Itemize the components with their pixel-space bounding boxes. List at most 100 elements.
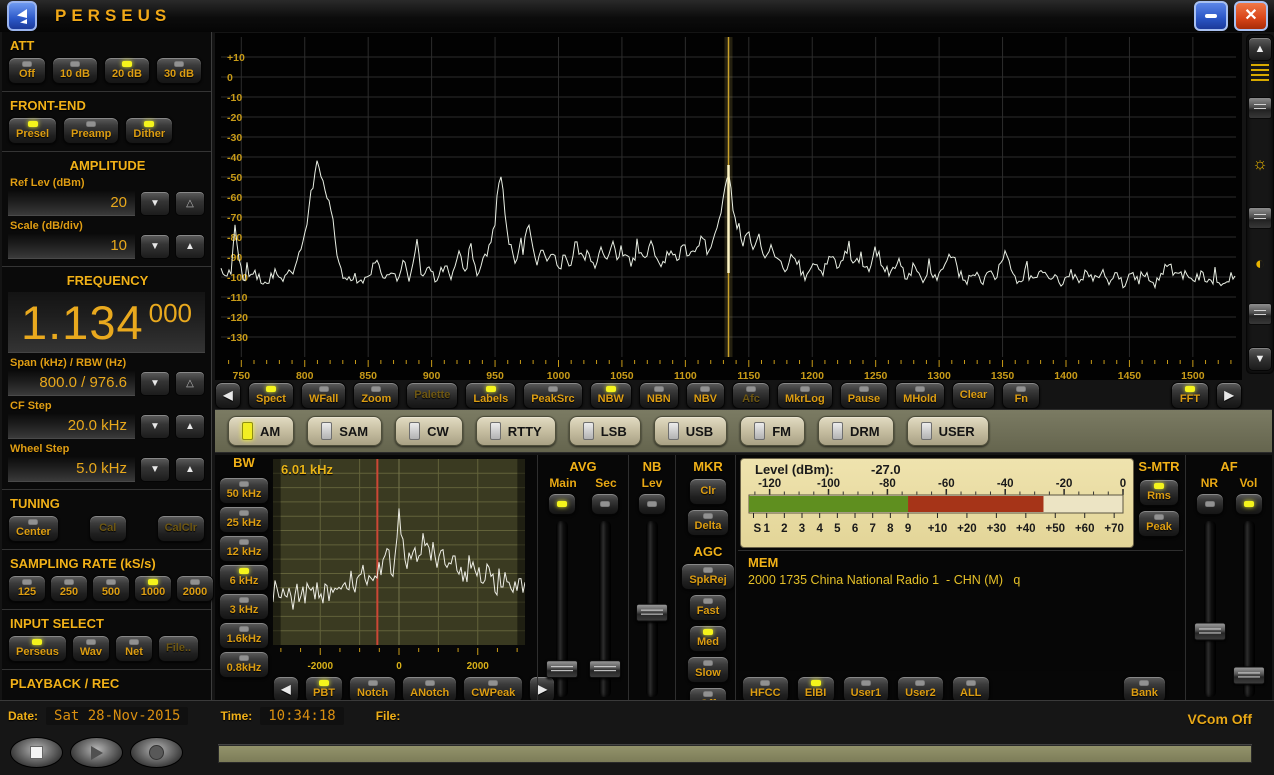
toolbar-spect-button[interactable]: Spect	[248, 382, 294, 409]
af-vol-button[interactable]	[1234, 493, 1263, 515]
agc-fast-button[interactable]: Fast	[688, 594, 728, 621]
ref-lev-down-button[interactable]: ▼	[140, 191, 170, 216]
span-value[interactable]: 800.0 / 976.6	[8, 371, 135, 396]
recording-progress-bar[interactable]	[218, 745, 1252, 763]
stop-button[interactable]	[10, 737, 63, 768]
toolbar-palette-button[interactable]: Palette	[406, 382, 459, 409]
spectrum-display[interactable]: +10 0 -10 -20 -30 -40 -50 -60 -70 -80 -90 -100 -110-…	[215, 33, 1242, 382]
minimize-button[interactable]	[1194, 1, 1228, 31]
record-button[interactable]	[130, 737, 183, 768]
ref-lev-value[interactable]: 20	[8, 191, 135, 216]
toolbar-scroll-right-button[interactable]: ▶	[1216, 382, 1242, 409]
toolbar-nbn-button[interactable]: NBN	[638, 382, 679, 409]
span-up-button[interactable]: △	[175, 371, 205, 396]
rate-250-button[interactable]: 250	[50, 575, 88, 602]
spectrum-lines-icon[interactable]	[1248, 63, 1272, 83]
mode-drm-button[interactable]: DRM	[817, 416, 894, 446]
tuning-center-button[interactable]: Center	[8, 515, 59, 542]
mode-rtty-button[interactable]: RTTY	[475, 416, 556, 446]
toolbar-mhold-button[interactable]: MHold	[895, 382, 945, 409]
avg-sec-button[interactable]	[590, 493, 619, 515]
scale-up-button[interactable]: ▲	[175, 234, 205, 259]
avg-main-button[interactable]	[547, 493, 576, 515]
toolbar-nbw-button[interactable]: NBW	[589, 382, 632, 409]
filter-pbt-button[interactable]: PBT	[305, 676, 343, 703]
nb-lev-button[interactable]	[638, 493, 666, 515]
slider-handle[interactable]	[1193, 622, 1226, 641]
wheel-step-up-button[interactable]: ▲	[175, 457, 205, 482]
agc-spkrej-button[interactable]: SpkRej	[681, 563, 735, 590]
mode-usb-button[interactable]: USB	[653, 416, 728, 446]
bw-50-khz-button[interactable]: 50 kHz	[219, 477, 269, 504]
tuning-cal-button[interactable]: Cal	[88, 515, 127, 542]
input-wav-button[interactable]: Wav	[71, 635, 111, 662]
tuning-calclr-button[interactable]: CalClr	[156, 515, 205, 542]
ref-lev-up-button[interactable]: △	[175, 191, 205, 216]
filter-plot[interactable]: -2000 0 2000	[272, 459, 526, 673]
mode-fm-button[interactable]: FM	[740, 416, 805, 446]
avg-sec-slider[interactable]	[588, 521, 621, 697]
app-logo-icon[interactable]	[7, 1, 37, 31]
filter-cwpeak-button[interactable]: CWPeak	[463, 676, 524, 703]
att-10-db-button[interactable]: 10 dB	[52, 57, 98, 84]
rate-500-button[interactable]: 500	[92, 575, 130, 602]
cf-step-up-button[interactable]: ▲	[175, 414, 205, 439]
spectrum-split-slider-handle[interactable]	[1248, 97, 1272, 119]
toolbar-clear-button[interactable]: Clear	[951, 382, 996, 409]
toolbar-fn-button[interactable]: Fn	[1002, 382, 1041, 409]
scroll-down-button[interactable]: ▼	[1248, 347, 1272, 371]
cf-step-value[interactable]: 20.0 kHz	[8, 414, 135, 439]
toolbar-labels-button[interactable]: Labels	[465, 382, 517, 409]
mem-panel[interactable]: MEM 2000 1735 China National Radio 1 - C…	[738, 550, 1183, 671]
att-30-db-button[interactable]: 30 dB	[155, 57, 202, 84]
af-vol-slider[interactable]	[1232, 521, 1265, 697]
af-nr-button[interactable]	[1195, 493, 1224, 515]
db-all-button[interactable]: ALL	[951, 676, 990, 703]
toolbar-peaksrc-button[interactable]: PeakSrc	[523, 382, 583, 409]
toolbar-nbv-button[interactable]: NBV	[685, 382, 725, 409]
mode-cw-button[interactable]: CW	[395, 416, 463, 446]
frontend-presel-button[interactable]: Presel	[8, 117, 58, 144]
att-20-db-button[interactable]: 20 dB	[103, 57, 150, 84]
frontend-dither-button[interactable]: Dither	[125, 117, 174, 144]
slider-handle[interactable]	[636, 603, 668, 622]
wheel-step-value[interactable]: 5.0 kHz	[8, 457, 135, 482]
close-button[interactable]: ✕	[1234, 1, 1268, 31]
bw-12-khz-button[interactable]: 12 kHz	[219, 535, 269, 562]
input-file-button[interactable]: File..	[158, 635, 200, 662]
mkr-clr-button[interactable]: Clr	[689, 478, 727, 505]
db-user2-button[interactable]: User2	[897, 676, 944, 703]
db-user1-button[interactable]: User1	[842, 676, 890, 703]
bw-0-8khz-button[interactable]: 0.8kHz	[219, 651, 269, 678]
frontend-preamp-button[interactable]: Preamp	[63, 117, 120, 144]
avg-main-slider[interactable]	[545, 521, 578, 697]
mem-entry[interactable]: 2000 1735 China National Radio 1 - CHN (…	[748, 573, 1183, 587]
mode-user-button[interactable]: USER	[906, 416, 989, 446]
mode-sam-button[interactable]: SAM	[307, 416, 383, 446]
smtr-peak-button[interactable]: Peak	[1138, 510, 1180, 537]
brightness-slider-handle[interactable]	[1248, 207, 1272, 229]
scale-value[interactable]: 10	[8, 234, 135, 259]
filter-scroll-left-button[interactable]: ◀	[273, 676, 299, 703]
bw-6-khz-button[interactable]: 6 kHz	[219, 564, 269, 591]
wheel-step-down-button[interactable]: ▼	[140, 457, 170, 482]
bw-1-6khz-button[interactable]: 1.6kHz	[219, 622, 269, 649]
scale-down-button[interactable]: ▼	[140, 234, 170, 259]
bw-3-khz-button[interactable]: 3 kHz	[219, 593, 269, 620]
rate-1000-button[interactable]: 1000	[134, 575, 172, 602]
filter-notch-button[interactable]: Notch	[349, 676, 397, 703]
nb-lev-slider[interactable]	[636, 521, 668, 697]
slider-handle[interactable]	[545, 660, 578, 679]
agc-slow-button[interactable]: Slow	[687, 656, 729, 683]
input-perseus-button[interactable]: Perseus	[8, 635, 67, 662]
scroll-up-button[interactable]: ▲	[1248, 37, 1272, 61]
slider-handle[interactable]	[588, 660, 621, 679]
input-net-button[interactable]: Net	[115, 635, 154, 662]
filter-display[interactable]: -2000 0 2000 6.01 kHz	[272, 459, 526, 673]
mem-bank-button[interactable]: Bank	[1123, 676, 1166, 703]
slider-handle[interactable]	[1232, 666, 1265, 685]
mkr-delta-button[interactable]: Delta	[686, 509, 730, 536]
toolbar-wfall-button[interactable]: WFall	[300, 382, 347, 409]
rate-125-button[interactable]: 125	[8, 575, 46, 602]
cf-step-down-button[interactable]: ▼	[140, 414, 170, 439]
